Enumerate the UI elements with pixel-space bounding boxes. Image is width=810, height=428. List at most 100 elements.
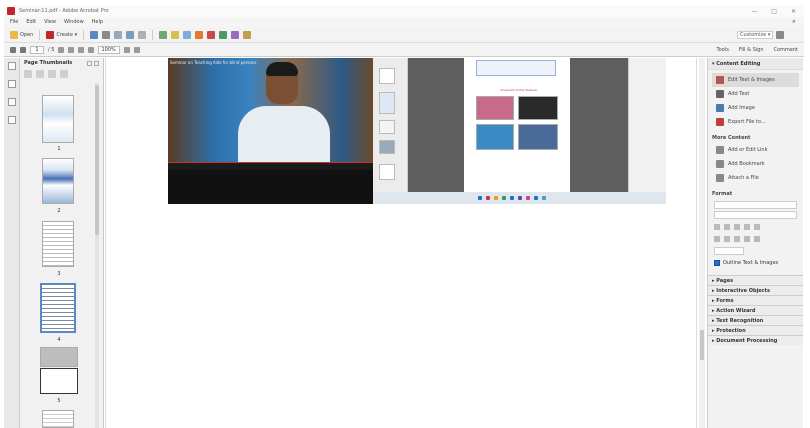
add-link-button[interactable]: Add or Edit Link xyxy=(708,143,803,157)
email-icon[interactable] xyxy=(114,30,123,39)
close-document-icon[interactable]: × xyxy=(792,19,796,25)
page-thumbnail[interactable] xyxy=(42,158,74,204)
shared-thumbnail xyxy=(379,68,395,84)
page-number-input[interactable]: 1 xyxy=(30,45,44,54)
alignment-row xyxy=(708,221,803,233)
close-button[interactable]: ✕ xyxy=(791,8,796,15)
shared-taskbar xyxy=(373,192,666,204)
add-image-button[interactable]: Add Image xyxy=(708,101,803,115)
section-interactive-objects[interactable]: ▸ Interactive Objects xyxy=(708,285,803,295)
thumbnails-scrollbar[interactable] xyxy=(95,83,99,428)
rotate-page-icon[interactable] xyxy=(48,70,56,78)
close-panel-icon[interactable] xyxy=(94,60,99,66)
page-thumbnails-icon[interactable] xyxy=(7,62,16,70)
fit-width-icon[interactable] xyxy=(134,46,141,53)
section-action-wizard[interactable]: ▸ Action Wizard xyxy=(708,305,803,315)
insert-page-icon[interactable] xyxy=(24,70,32,78)
tab-tools[interactable]: Tools xyxy=(717,47,729,53)
next-page-icon[interactable] xyxy=(20,46,26,53)
delete-page-icon[interactable] xyxy=(36,70,44,78)
form-icon[interactable] xyxy=(231,30,240,39)
save-icon[interactable] xyxy=(90,30,99,39)
menu-help[interactable]: Help xyxy=(92,19,103,25)
signatures-icon[interactable] xyxy=(7,116,16,124)
tools-icon[interactable] xyxy=(243,30,252,39)
attach-file-button[interactable]: Attach a File xyxy=(708,171,803,185)
print-icon[interactable] xyxy=(102,30,111,39)
attachments-icon[interactable] xyxy=(7,98,16,106)
review-icon[interactable] xyxy=(219,30,228,39)
edit-text-images-button[interactable]: Edit Text & Images xyxy=(712,73,799,87)
fit-page-icon[interactable] xyxy=(124,46,131,53)
sign-icon[interactable] xyxy=(207,30,216,39)
sticky-note-icon[interactable] xyxy=(183,30,192,39)
options-icon[interactable] xyxy=(87,60,92,66)
indent-icon[interactable] xyxy=(734,236,740,242)
zoom-select[interactable]: 100% xyxy=(98,45,121,54)
minimize-button[interactable]: — xyxy=(751,8,757,15)
hand-tool-icon[interactable] xyxy=(68,46,75,53)
outdent-icon[interactable] xyxy=(744,236,750,242)
folder-icon xyxy=(10,30,18,39)
menu-file[interactable]: File xyxy=(10,19,18,25)
select-tool-icon[interactable] xyxy=(58,46,65,53)
open-button[interactable]: Open xyxy=(10,30,33,39)
page-thumbnail[interactable] xyxy=(42,95,74,143)
highlight-icon[interactable] xyxy=(171,30,180,39)
align-center-icon[interactable] xyxy=(724,224,730,230)
page-thumbnail[interactable] xyxy=(40,368,78,394)
add-bookmark-button[interactable]: Add Bookmark xyxy=(708,157,803,171)
page-thumbnail[interactable] xyxy=(42,221,74,267)
stamp-icon[interactable] xyxy=(195,30,204,39)
bullet-list-icon[interactable] xyxy=(714,236,720,242)
tab-fill-sign[interactable]: Fill & Sign xyxy=(739,47,764,53)
content-editing-header[interactable]: ▾ Content Editing xyxy=(708,58,803,70)
comment-icon[interactable] xyxy=(126,30,135,39)
align-right-icon[interactable] xyxy=(734,224,740,230)
page-thumbnail-selected[interactable] xyxy=(40,283,76,333)
section-pages[interactable]: ▸ Pages xyxy=(708,275,803,285)
customize-dropdown[interactable]: Customize ▾ xyxy=(737,30,773,39)
customize-control[interactable]: Customize ▾ xyxy=(737,30,784,39)
section-protection[interactable]: ▸ Protection xyxy=(708,325,803,335)
superscript-icon[interactable] xyxy=(754,224,760,230)
page-thumbnail[interactable] xyxy=(40,347,78,367)
video-control-bar xyxy=(168,162,373,170)
bookmarks-icon[interactable] xyxy=(7,80,16,88)
scroll-thumb[interactable] xyxy=(95,85,99,235)
tab-comment[interactable]: Comment xyxy=(774,47,799,53)
align-left-icon[interactable] xyxy=(714,224,720,230)
maximize-button[interactable]: □ xyxy=(771,8,777,15)
expand-icon[interactable] xyxy=(776,30,784,39)
add-image-icon xyxy=(716,104,724,112)
canvas-scrollbar[interactable] xyxy=(699,58,705,428)
add-text-button[interactable]: Add Text xyxy=(708,87,803,101)
create-button[interactable]: Create ▾ xyxy=(46,30,77,39)
export-file-button[interactable]: Export File to... xyxy=(708,115,803,129)
zoom-in-icon[interactable] xyxy=(88,46,95,53)
section-document-processing[interactable]: ▸ Document Processing xyxy=(708,335,803,345)
previous-page-icon[interactable] xyxy=(10,46,16,53)
section-text-recognition[interactable]: ▸ Text Recognition xyxy=(708,315,803,325)
zoom-out-icon[interactable] xyxy=(78,46,85,53)
section-forms[interactable]: ▸ Forms xyxy=(708,295,803,305)
scaling-select[interactable] xyxy=(714,247,744,255)
outline-text-images-checkbox[interactable]: Outline Text & Images xyxy=(708,257,803,269)
checkbox-checked-icon[interactable] xyxy=(714,260,720,266)
create-pdf-icon xyxy=(46,30,55,39)
spacing-icon[interactable] xyxy=(754,236,760,242)
font-size-select[interactable] xyxy=(714,211,797,219)
number-list-icon[interactable] xyxy=(724,236,730,242)
justify-icon[interactable] xyxy=(744,224,750,230)
menu-window[interactable]: Window xyxy=(64,19,84,25)
gear-icon[interactable] xyxy=(159,30,168,39)
share-icon[interactable] xyxy=(138,30,147,39)
page-thumbnail[interactable] xyxy=(42,410,74,428)
scroll-grip[interactable] xyxy=(700,330,704,360)
shared-photo xyxy=(518,124,558,150)
font-select[interactable] xyxy=(714,201,797,209)
menu-edit[interactable]: Edit xyxy=(26,19,36,25)
menu-view[interactable]: View xyxy=(44,19,56,25)
thumb-options-icon[interactable] xyxy=(60,70,68,78)
document-canvas[interactable]: Seminar on Teaching Aids for blind perso… xyxy=(105,58,697,428)
